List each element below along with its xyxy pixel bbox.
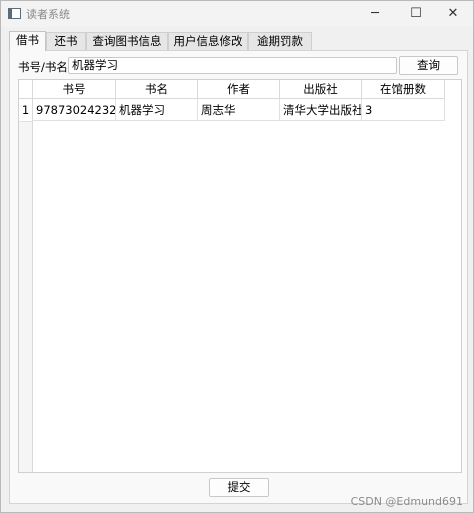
minimize-button[interactable]: ─ bbox=[353, 1, 397, 27]
tab-borrow[interactable]: 借书 bbox=[9, 31, 46, 51]
tab-overdue-fine[interactable]: 逾期罚款 bbox=[248, 32, 312, 50]
window-title: 读者系统 bbox=[26, 8, 70, 21]
submit-button[interactable]: 提交 bbox=[209, 478, 269, 497]
row-header-column: 1 bbox=[19, 99, 33, 472]
query-button[interactable]: 查询 bbox=[399, 56, 458, 75]
column-header-author[interactable]: 作者 bbox=[198, 80, 280, 99]
table-corner[interactable] bbox=[19, 80, 33, 99]
table-cell-author[interactable]: 周志华 bbox=[198, 99, 280, 121]
column-header-publisher[interactable]: 出版社 bbox=[280, 80, 362, 99]
borrow-panel: 书号/书名 机器学习 查询 书号 书名 作者 出版社 在馆册数 1 978730… bbox=[9, 50, 468, 504]
app-window: 读者系统 ─ ☐ ✕ 借书 还书 查询图书信息 用户信息修改 逾期罚款 书号/书… bbox=[0, 0, 474, 513]
tab-bar: 借书 还书 查询图书信息 用户信息修改 逾期罚款 bbox=[9, 31, 467, 51]
search-input[interactable]: 机器学习 bbox=[68, 57, 397, 74]
search-label: 书号/书名 bbox=[18, 60, 68, 74]
title-bar[interactable]: 读者系统 ─ ☐ ✕ bbox=[1, 1, 473, 27]
column-header-isbn[interactable]: 书号 bbox=[33, 80, 116, 99]
row-header-1[interactable]: 1 bbox=[19, 99, 32, 122]
column-header-title[interactable]: 书名 bbox=[116, 80, 198, 99]
tab-book-query[interactable]: 查询图书信息 bbox=[86, 32, 168, 50]
watermark: CSDN @Edmund691 bbox=[350, 495, 463, 508]
column-header-available-copies[interactable]: 在馆册数 bbox=[362, 80, 445, 99]
table-cell-isbn[interactable]: 9787302423287 bbox=[33, 99, 116, 121]
tab-user-info-edit[interactable]: 用户信息修改 bbox=[168, 32, 248, 50]
tab-return[interactable]: 还书 bbox=[46, 32, 86, 50]
table-cell-title[interactable]: 机器学习 bbox=[116, 99, 198, 121]
table-cell-publisher[interactable]: 清华大学出版社 bbox=[280, 99, 362, 121]
close-button[interactable]: ✕ bbox=[431, 1, 473, 27]
app-icon bbox=[8, 8, 21, 19]
results-table: 书号 书名 作者 出版社 在馆册数 1 9787302423287 机器学习 周… bbox=[18, 79, 462, 473]
table-cell-available-copies[interactable]: 3 bbox=[362, 99, 445, 121]
